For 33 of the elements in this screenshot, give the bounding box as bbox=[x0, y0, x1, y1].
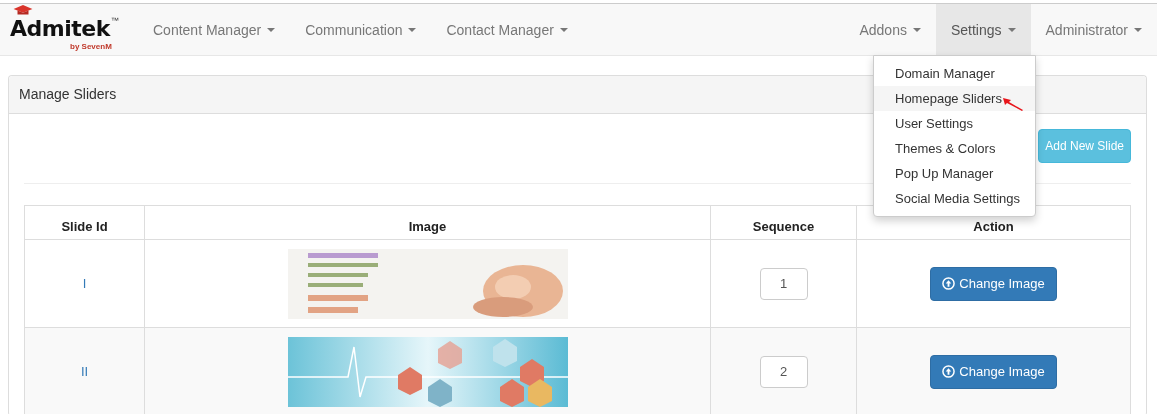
arrow-icon bbox=[1002, 97, 1024, 111]
dropdown-item[interactable]: Domain Manager bbox=[874, 61, 1035, 86]
slide-id-cell: II bbox=[24, 327, 145, 414]
graduation-cap-icon bbox=[12, 5, 34, 16]
caret-icon bbox=[267, 27, 276, 32]
nav-menu-item[interactable]: Addons bbox=[844, 4, 936, 55]
caret-icon bbox=[912, 27, 921, 32]
nav-menu-item[interactable]: Content Manager bbox=[138, 4, 291, 55]
column-header: Sequence bbox=[710, 205, 857, 240]
caret-icon bbox=[559, 27, 568, 32]
sequence-field[interactable]: 1 bbox=[759, 267, 808, 300]
dropdown-item[interactable]: Homepage Sliders bbox=[874, 86, 1035, 111]
change-image-button[interactable]: Change Image bbox=[930, 354, 1057, 389]
dropdown-item[interactable]: Pop Up Manager bbox=[874, 161, 1035, 186]
logo-tagline: by SevenM bbox=[70, 42, 112, 51]
nav-menu-item[interactable]: Administrator bbox=[1030, 4, 1157, 55]
trademark-text: ™ bbox=[110, 16, 119, 25]
column-header: Image bbox=[144, 205, 711, 240]
caret-icon bbox=[408, 27, 417, 32]
nav-menu-item[interactable]: Settings bbox=[935, 4, 1031, 55]
logo-text: Admitek bbox=[10, 16, 110, 42]
nav-menu-item[interactable]: Communication bbox=[290, 4, 432, 55]
change-image-button[interactable]: Change Image bbox=[930, 266, 1057, 301]
sequence-field[interactable]: 2 bbox=[759, 355, 808, 388]
nav-menu-item[interactable]: Contact Manager bbox=[431, 4, 583, 55]
arrow-up-circle-icon bbox=[942, 277, 956, 290]
caret-icon bbox=[1134, 27, 1142, 32]
arrow-up-circle-icon bbox=[942, 365, 956, 378]
column-header: Slide Id bbox=[24, 205, 145, 240]
dropdown-item[interactable]: User Settings bbox=[874, 111, 1035, 136]
slide-id-cell: I bbox=[24, 239, 145, 328]
caret-icon bbox=[1007, 27, 1016, 32]
dropdown-item[interactable]: Themes & Colors bbox=[874, 136, 1035, 161]
